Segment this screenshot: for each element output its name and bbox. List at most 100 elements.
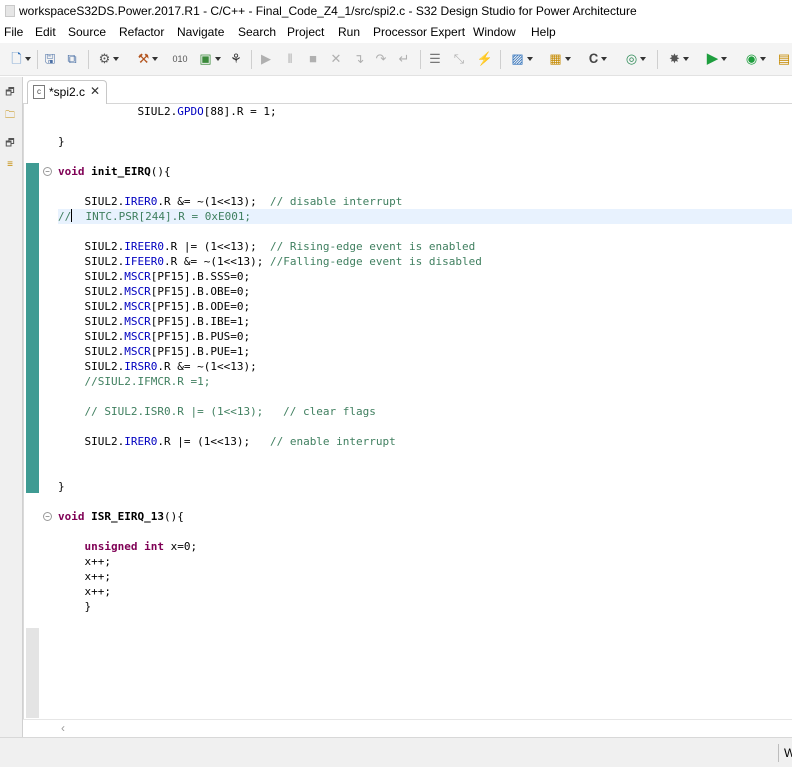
code-line: SIUL2.IFEER0.R &= ~(1<<13); //Falling-ed… [58, 255, 482, 268]
menu-navigate[interactable]: Navigate [177, 25, 224, 39]
scroll-left-icon[interactable]: ‹ [61, 721, 65, 735]
fold-toggle-icon[interactable]: − [43, 167, 52, 176]
terminate-icon[interactable]: ■ [305, 51, 321, 67]
step-return-icon[interactable]: ↵ [396, 51, 412, 67]
menu-file[interactable]: File [4, 25, 23, 39]
editor-tab-bar: c *spi2.c ✕ [23, 77, 792, 104]
code-line: SIUL2.MSCR[PF15].B.OBE=0; [58, 285, 251, 298]
new-project-icon[interactable]: ▨ [507, 51, 537, 67]
resume-icon[interactable]: ▶ [258, 51, 274, 67]
build-config-icon[interactable]: ⚙ [95, 51, 123, 67]
code-line: SIUL2.MSCR[PF15].B.ODE=0; [58, 300, 251, 313]
code-line: SIUL2.MSCR[PF15].B.IBE=1; [58, 315, 251, 328]
code-line: SIUL2.IRER0.R &= ~(1<<13); // disable in… [58, 195, 403, 208]
save-icon[interactable]: 🖫 [42, 51, 58, 67]
new-icon[interactable]: 🗋 [6, 51, 36, 67]
menu-refactor[interactable]: Refactor [119, 25, 164, 39]
c-file-icon: c [33, 85, 45, 99]
change-indicator [26, 628, 39, 718]
project-explorer-icon[interactable]: 🗀 [3, 109, 17, 123]
toggle-icon[interactable]: ☰ [427, 51, 443, 67]
title-bar: workspaceS32DS.Power.2017.R1 - C/C++ - F… [0, 0, 792, 23]
code-line: x++; [58, 555, 111, 568]
code-editor[interactable]: − − SIUL2.GPDO[88].R = 1; } void init_EI… [23, 104, 792, 719]
code-line: SIUL2.MSCR[PF15].B.SSS=0; [58, 270, 251, 283]
menu-processor-expert[interactable]: Processor Expert [373, 25, 465, 39]
code-line: void ISR_EIRQ_13(){ [58, 510, 184, 523]
code-line: //SIUL2.IFMCR.R =1; [84, 375, 211, 388]
code-line: } [58, 135, 65, 148]
code-line: // SIUL2.ISR0.R |= (1<<13); // clear fla… [84, 405, 376, 418]
tab-spi2-c[interactable]: c *spi2.c ✕ [27, 80, 107, 104]
new-class-icon[interactable]: 𝐂 [584, 51, 612, 67]
left-trim-stack: 🗗 🗀 🗗 ≡ [0, 77, 23, 767]
code-line: SIUL2.IREER0.R |= (1<<13); // Rising-edg… [58, 240, 476, 253]
code-line: x++; [58, 585, 111, 598]
tool-icon[interactable]: ⚘ [228, 51, 244, 67]
skip-breakpoints-icon[interactable]: ⤡ [451, 51, 467, 67]
run-icon[interactable]: ▶ [702, 51, 732, 67]
menu-search[interactable]: Search [238, 25, 276, 39]
open-type-icon[interactable]: ◎ [621, 51, 651, 67]
code-line: SIUL2.MSCR[PF15].B.PUS=0; [58, 330, 251, 343]
toolbar-separator [500, 50, 501, 69]
window-title: workspaceS32DS.Power.2017.R1 - C/C++ - F… [19, 4, 637, 18]
menu-bar: File Edit Source Refactor Navigate Searc… [0, 23, 792, 43]
code-line: SIUL2.IRER0.R |= (1<<13); // enable inte… [58, 435, 396, 448]
code-line: void init_EIRQ(){ [58, 165, 171, 178]
code-line: SIUL2.GPDO[88].R = 1; [58, 105, 277, 118]
toolbar-separator [88, 50, 89, 69]
toolbar-separator [37, 50, 38, 69]
outline-icon[interactable]: ≡ [3, 157, 17, 171]
horizontal-scrollbar[interactable]: ‹ [23, 719, 792, 736]
binary-icon[interactable]: 010 [172, 51, 188, 67]
code-line: SIUL2.IRSR0.R &= ~(1<<13); [58, 360, 257, 373]
close-icon[interactable]: ✕ [90, 84, 100, 98]
toolbar-separator [420, 50, 421, 69]
menu-source[interactable]: Source [68, 25, 106, 39]
code-line: SIUL2.MSCR[PF15].B.PUE=1; [58, 345, 251, 358]
fast-view-label[interactable]: W [784, 746, 792, 760]
tab-label: *spi2.c [49, 85, 86, 99]
restore-icon[interactable]: 🗗 [3, 137, 17, 151]
new-package-icon[interactable]: ▦ [545, 51, 575, 67]
code-line: } [58, 600, 92, 613]
app-icon [5, 5, 15, 17]
code-line: x++; [58, 570, 111, 583]
toolbar-separator [657, 50, 658, 69]
toolbar-separator [251, 50, 252, 69]
menu-window[interactable]: Window [473, 25, 516, 39]
menu-project[interactable]: Project [287, 25, 324, 39]
current-code-line: // INTC.PSR[244].R = 0xE001; [58, 209, 792, 224]
new-connection-icon[interactable]: ▣ [197, 51, 223, 67]
status-separator [778, 744, 779, 762]
code-line: } [58, 480, 65, 493]
overflow-icon[interactable]: ▤ [777, 51, 791, 67]
menu-run[interactable]: Run [338, 25, 360, 39]
build-hammer-icon[interactable]: ⚒ [133, 51, 163, 67]
save-all-icon[interactable]: ⧉ [64, 51, 80, 67]
external-tools-icon[interactable]: ◉ [740, 51, 772, 67]
status-bar: W [0, 737, 792, 767]
menu-edit[interactable]: Edit [35, 25, 56, 39]
step-over-icon[interactable]: ↷ [373, 51, 389, 67]
restore-icon[interactable]: 🗗 [3, 86, 17, 100]
step-into-icon[interactable]: ↴ [351, 51, 367, 67]
menu-help[interactable]: Help [531, 25, 556, 39]
debug-icon[interactable]: ✸ [664, 51, 694, 67]
suspend-icon[interactable]: ‖ [282, 51, 298, 67]
lightning-icon[interactable]: ⚡ [477, 51, 493, 67]
fold-toggle-icon[interactable]: − [43, 512, 52, 521]
disconnect-icon[interactable]: ✕ [328, 51, 344, 67]
change-indicator [26, 163, 39, 493]
